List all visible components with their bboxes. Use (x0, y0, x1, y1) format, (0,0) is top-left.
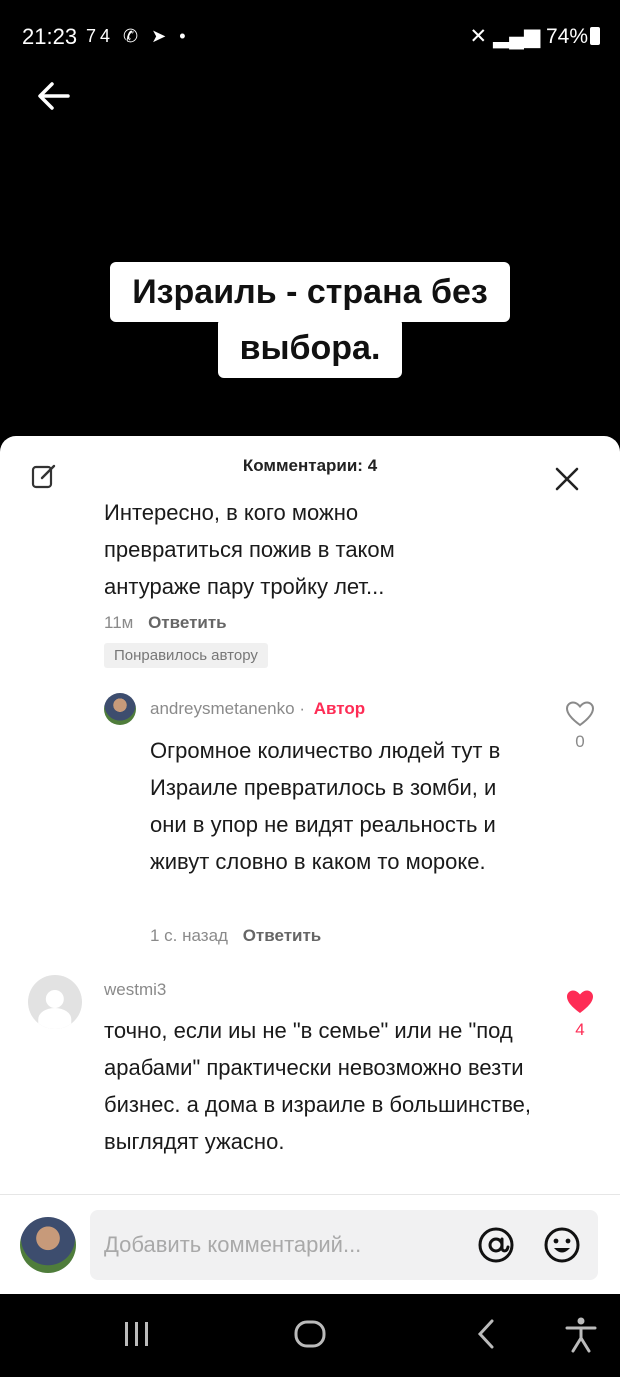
comment-input[interactable] (104, 1210, 464, 1280)
reply-meta: 1 с. назад Ответить (150, 926, 321, 946)
back-icon[interactable] (472, 1316, 502, 1352)
notification-icons: 74 ✆ ➤ • (86, 26, 190, 46)
close-icon[interactable] (554, 466, 580, 492)
emoji-icon[interactable] (542, 1225, 582, 1265)
reply-text: Огромное количество людей тут в Израиле … (150, 738, 501, 874)
heart-outline-icon[interactable] (565, 700, 595, 728)
home-icon[interactable] (292, 1316, 328, 1352)
recent-apps-icon[interactable] (122, 1316, 152, 1352)
comment-text: точно, если иы не "в семье" или не "под … (104, 1018, 532, 1154)
liked-by-author-badge: Понравилось автору (104, 643, 268, 668)
divider (0, 1194, 620, 1195)
avatar[interactable] (20, 1217, 76, 1273)
status-time: 21:23 (22, 24, 78, 49)
video-caption: Израиль - страна без выбора. (0, 262, 620, 379)
author-badge: Автор (313, 699, 366, 718)
reply-time: 1 с. назад (150, 926, 228, 945)
caption-line-1: Израиль - страна без (110, 262, 510, 323)
reply-button[interactable]: Ответить (243, 926, 322, 945)
reply-username[interactable]: andreysmetanenko · Автор (150, 699, 365, 719)
signal-icon: ▂▄▆ (492, 25, 541, 48)
comment-time: 11м (104, 613, 134, 632)
like-button[interactable]: 4 (560, 988, 600, 1040)
back-arrow-icon[interactable] (34, 76, 74, 116)
navigation-bar (0, 1294, 620, 1377)
like-count: 4 (575, 1020, 585, 1039)
battery-percent: 74% (545, 25, 588, 48)
battery-icon (590, 27, 600, 45)
mute-icon: ✕ (469, 25, 488, 48)
avatar[interactable] (28, 975, 82, 1029)
like-count: 0 (575, 732, 585, 751)
mention-icon[interactable] (476, 1225, 516, 1265)
like-button[interactable]: 0 (560, 700, 600, 752)
comment-composer (90, 1210, 598, 1280)
comment-meta: 11м Ответить (104, 613, 227, 633)
comment-text: Интересно, в кого можно превратиться пож… (104, 500, 395, 599)
accessibility-icon[interactable] (564, 1316, 598, 1354)
comments-sheet: Комментарии: 4 Интересно, в кого можно п… (0, 436, 620, 1294)
caption-line-2: выбора. (217, 318, 403, 379)
status-right: ✕ ▂▄▆ 74% (469, 24, 600, 49)
comments-count-title: Комментарии: 4 (242, 456, 378, 475)
avatar[interactable] (104, 693, 136, 725)
username[interactable]: westmi3 (104, 980, 166, 1000)
heart-filled-icon[interactable] (565, 988, 595, 1016)
reply-button[interactable]: Ответить (148, 613, 227, 632)
username[interactable]: andreysmetanenko · (150, 699, 305, 718)
status-bar: 21:23 74 ✆ ➤ • ✕ ▂▄▆ 74% (0, 0, 620, 70)
